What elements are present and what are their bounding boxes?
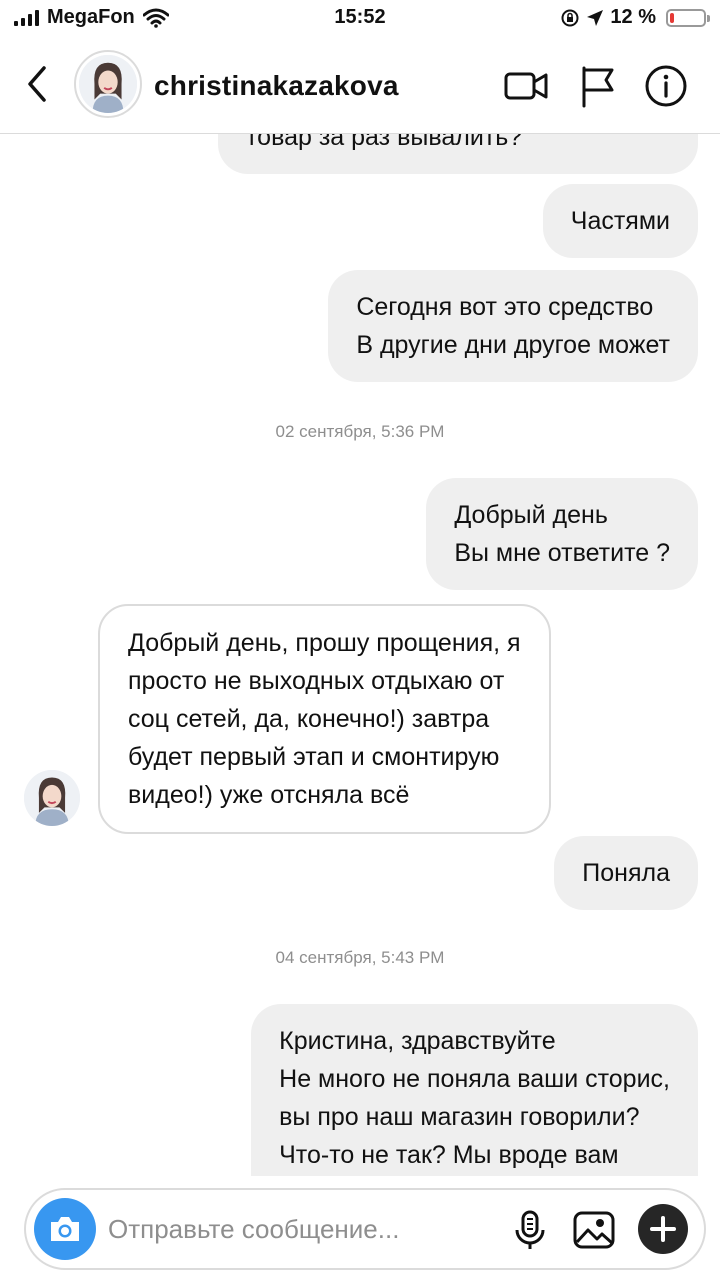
message-bubble-outgoing[interactable]: Кристина, здравствуйте Не много не понял…	[251, 1004, 698, 1176]
chevron-left-icon[interactable]	[22, 64, 54, 104]
timestamp: 04 сентября, 5:43 PM	[275, 948, 445, 967]
camera-icon	[51, 1217, 79, 1241]
message-bubble-outgoing[interactable]: товар за раз вывалить?	[218, 134, 698, 174]
info-icon[interactable]	[642, 62, 690, 110]
message-bubble-outgoing[interactable]: Добрый день Вы мне ответите ?	[426, 478, 698, 590]
sender-avatar[interactable]	[24, 770, 80, 826]
message-composer[interactable]: Отправьте сообщение...	[24, 1188, 706, 1270]
location-arrow-icon	[587, 9, 604, 26]
avatar-image	[79, 55, 137, 113]
video-camera-icon[interactable]	[502, 62, 550, 110]
flag-icon[interactable]	[574, 62, 622, 110]
chat-username[interactable]: christinakazakova	[154, 70, 399, 102]
battery-percent: 12 %	[610, 6, 656, 28]
orientation-lock-icon	[561, 9, 579, 26]
status-right: 12 %	[560, 6, 710, 29]
camera-button[interactable]	[34, 1198, 96, 1260]
message-thread: товар за раз вывалить? Частями Сегодня в…	[0, 134, 720, 1176]
message-bubble-incoming[interactable]: Добрый день, прошу прощения, я просто не…	[98, 604, 551, 834]
microphone-icon[interactable]	[508, 1208, 552, 1252]
battery-level	[670, 12, 674, 23]
timestamp: 02 сентября, 5:36 PM	[275, 422, 445, 441]
message-bubble-outgoing[interactable]: Частями	[542, 184, 698, 258]
status-bar: MegaFon 15:52 12 %	[0, 0, 720, 38]
chat-header: christinakazakova	[0, 38, 720, 134]
message-bubble-outgoing[interactable]: Сегодня вот это средство В другие дни др…	[328, 270, 698, 382]
message-bubble-outgoing[interactable]: Поняла	[554, 836, 698, 910]
avatar[interactable]	[74, 50, 142, 118]
message-input[interactable]: Отправьте сообщение...	[108, 1214, 399, 1245]
image-icon[interactable]	[572, 1208, 616, 1252]
plus-icon[interactable]	[638, 1204, 688, 1254]
battery-icon	[666, 8, 710, 27]
